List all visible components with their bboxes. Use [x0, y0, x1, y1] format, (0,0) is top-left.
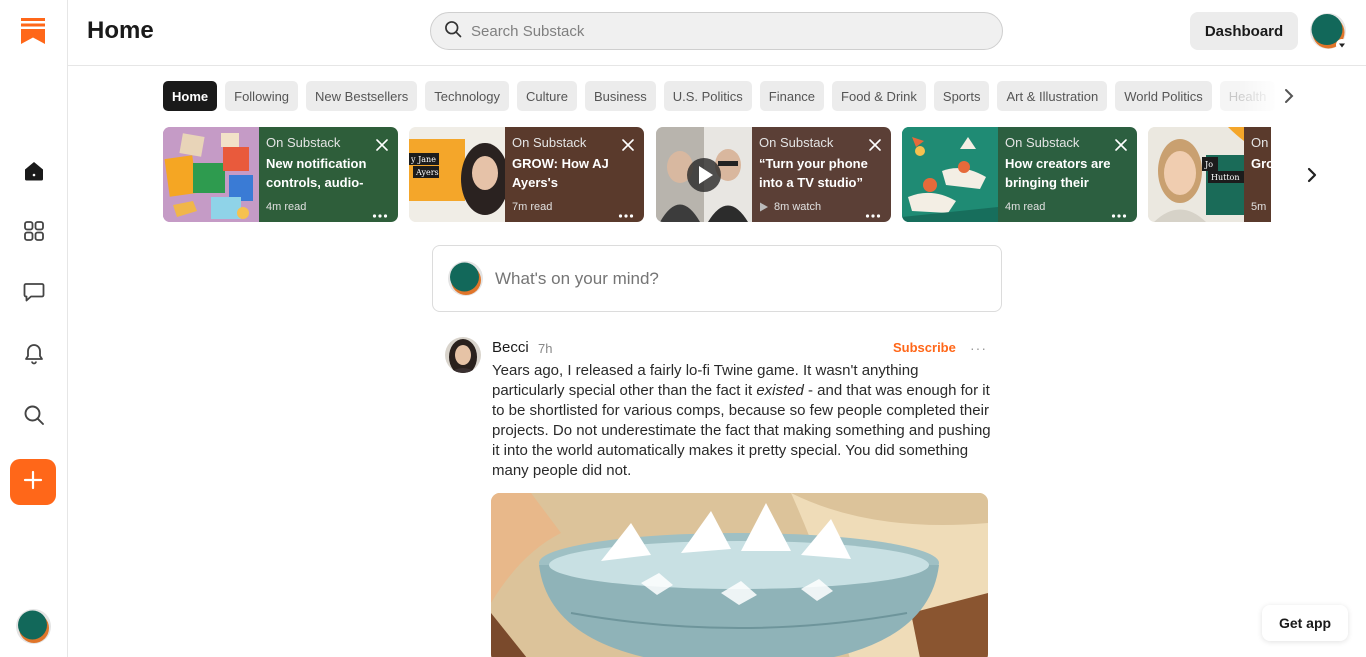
tab-finance[interactable]: Finance — [759, 81, 825, 111]
tab-culture[interactable]: Culture — [517, 81, 577, 111]
card-read-time: 5m — [1251, 201, 1267, 213]
tab-business[interactable]: Business — [584, 81, 656, 111]
tab-new-bestsellers[interactable]: New Bestsellers — [306, 81, 418, 111]
card-meta: 7m read — [512, 201, 552, 213]
card-thumbnail — [163, 127, 259, 222]
plus-icon — [23, 470, 43, 495]
card-body: On Substack GROW: How AJ Ayers's thought… — [505, 127, 644, 222]
search-bar[interactable] — [430, 12, 1003, 50]
carousel-card[interactable]: On Substack New notification controls, a… — [163, 127, 398, 222]
sidebar-item-explore[interactable] — [14, 213, 54, 253]
page-title: Home — [87, 17, 154, 44]
carousel-next-button[interactable] — [1305, 166, 1319, 184]
search-icon — [443, 19, 463, 44]
card-thumbnail: Jo Hutton — [1148, 127, 1244, 222]
close-icon[interactable] — [622, 138, 634, 151]
category-tabs: Home Following New Bestsellers Technolog… — [163, 81, 1290, 111]
account-menu-avatar[interactable] — [1309, 12, 1349, 52]
close-icon[interactable] — [869, 138, 881, 151]
post-text: Years ago, I released a fairly lo-fi Twi… — [492, 362, 991, 479]
card-title: Gro Hut — [1251, 156, 1271, 171]
tab-technology[interactable]: Technology — [425, 81, 510, 111]
post-timestamp: 7h — [538, 341, 553, 356]
card-source: On Substack — [759, 135, 834, 150]
post-author[interactable]: Becci — [492, 339, 529, 356]
close-icon[interactable] — [376, 138, 388, 151]
card-meta: 4m read — [1005, 201, 1045, 213]
sidebar-item-search[interactable] — [14, 397, 54, 437]
tab-following[interactable]: Following — [225, 81, 299, 111]
card-source: On — [1251, 135, 1269, 150]
card-body: On Gro Hut 5m — [1244, 127, 1271, 222]
tab-home[interactable]: Home — [163, 81, 218, 111]
get-app-button[interactable]: Get app — [1262, 605, 1348, 641]
chevron-right-icon — [1282, 89, 1296, 108]
card-body: On Substack New notification controls, a… — [259, 127, 398, 222]
card-source: On Substack — [512, 135, 587, 150]
card-read-time: 4m read — [1005, 201, 1046, 213]
top-header: Home Dashboard — [68, 0, 1366, 66]
subscribe-button[interactable]: Subscribe — [893, 340, 956, 355]
card-meta: 4m read — [266, 201, 306, 213]
post-image[interactable] — [491, 493, 988, 657]
card-title: How creators are bringing their paid… — [1005, 156, 1111, 190]
more-options-icon[interactable] — [372, 206, 388, 218]
card-body: On Substack “Turn your phone into a TV s… — [752, 127, 891, 222]
substack-logo-icon[interactable] — [21, 18, 45, 44]
tab-us-politics[interactable]: U.S. Politics — [663, 81, 752, 111]
card-title: New notification controls, audio-on… — [266, 156, 367, 190]
tab-food-drink[interactable]: Food & Drink — [832, 81, 926, 111]
tab-sports[interactable]: Sports — [933, 81, 990, 111]
thumbnail-text: Jo — [1204, 160, 1213, 169]
card-source: On Substack — [266, 135, 341, 150]
close-icon[interactable] — [1115, 138, 1127, 151]
carousel-card[interactable]: On Substack “Turn your phone into a TV s… — [656, 127, 891, 222]
post-composer[interactable]: What's on your mind? — [432, 245, 1002, 312]
card-meta: 5m — [1251, 201, 1266, 213]
create-post-button[interactable] — [10, 459, 56, 505]
tabs-scroll-right-button[interactable] — [1282, 88, 1296, 104]
avatar — [448, 261, 483, 296]
carousel-card[interactable]: y Jane Ayers On Substack GROW: How AJ Ay… — [409, 127, 644, 222]
card-read-time: 7m read — [512, 201, 553, 213]
carousel-card[interactable]: Jo Hutton On Gro Hut 5m — [1148, 127, 1271, 222]
card-title: GROW: How AJ Ayers's thoughtful… — [512, 156, 609, 190]
search-input[interactable] — [471, 22, 971, 40]
composer-placeholder[interactable]: What's on your mind? — [495, 269, 659, 289]
more-options-icon[interactable] — [1111, 206, 1127, 218]
card-thumbnail: y Jane Ayers — [409, 127, 505, 222]
card-title: “Turn your phone into a TV studio” — [759, 156, 868, 190]
tab-art-illustration[interactable]: Art & Illustration — [997, 81, 1108, 111]
play-icon — [760, 202, 768, 212]
card-watch-time: 8m watch — [774, 201, 822, 213]
tab-world-politics[interactable]: World Politics — [1115, 81, 1212, 111]
author-avatar[interactable] — [445, 337, 481, 373]
carousel-card[interactable]: On Substack How creators are bringing th… — [902, 127, 1137, 222]
card-body: On Substack How creators are bringing th… — [998, 127, 1137, 222]
bell-icon — [22, 341, 46, 370]
chevron-right-icon — [1305, 167, 1319, 188]
thumbnail-text: Hutton — [1211, 173, 1240, 182]
featured-carousel: On Substack New notification controls, a… — [163, 127, 1271, 222]
post-options-button[interactable]: ··· — [970, 340, 987, 356]
grid-icon — [22, 219, 46, 248]
card-thumbnail — [656, 127, 752, 222]
card-read-time: 4m read — [266, 201, 307, 213]
card-thumbnail — [902, 127, 998, 222]
dashboard-button[interactable]: Dashboard — [1190, 12, 1298, 50]
sidebar-item-activity[interactable] — [14, 335, 54, 375]
sidebar-item-chat[interactable] — [14, 274, 54, 314]
more-options-icon[interactable] — [618, 206, 634, 218]
search-icon — [22, 403, 46, 432]
more-options-icon[interactable] — [865, 206, 881, 218]
card-meta: 8m watch — [759, 201, 821, 213]
thumbnail-text: Ayers — [415, 168, 439, 177]
left-sidebar — [0, 0, 68, 657]
chat-bubble-icon — [22, 280, 46, 309]
home-icon — [22, 159, 46, 188]
user-avatar[interactable] — [16, 609, 51, 644]
thumbnail-text: y Jane — [410, 155, 436, 164]
sidebar-item-home[interactable] — [14, 153, 54, 193]
card-source: On Substack — [1005, 135, 1080, 150]
